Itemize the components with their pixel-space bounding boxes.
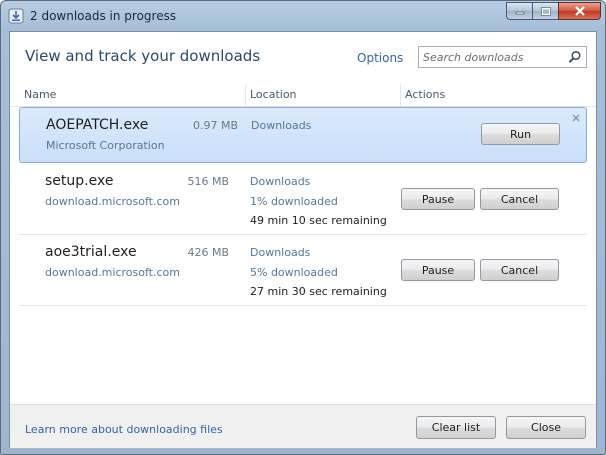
file-location-link[interactable]: Downloads: [250, 246, 310, 259]
download-manager-icon: [8, 8, 24, 24]
search-box[interactable]: [418, 46, 587, 68]
run-button[interactable]: Run: [481, 123, 560, 145]
download-status: 1% downloaded: [250, 195, 338, 208]
row-divider: [19, 234, 587, 235]
download-status: 5% downloaded: [250, 266, 338, 279]
column-separator: [400, 84, 401, 106]
file-name: setup.exe: [45, 173, 114, 189]
column-header-location[interactable]: Location: [250, 88, 297, 101]
pause-button[interactable]: Pause: [401, 188, 475, 210]
search-icon[interactable]: [568, 50, 582, 64]
downloads-panel: View and track your downloads Options Na…: [9, 31, 597, 448]
minimize-button[interactable]: [506, 2, 532, 20]
file-publisher: download.microsoft.com: [45, 195, 180, 208]
time-remaining: 27 min 30 sec remaining: [250, 285, 387, 298]
file-size: 426 MB: [187, 246, 229, 259]
pause-button[interactable]: Pause: [401, 259, 475, 281]
maximize-button[interactable]: [532, 2, 558, 20]
column-header-name[interactable]: Name: [24, 88, 56, 101]
page-title: View and track your downloads: [25, 47, 261, 65]
close-icon: [574, 6, 585, 16]
file-location-link[interactable]: Downloads: [251, 119, 311, 132]
file-size: 0.97 MB: [192, 119, 238, 132]
download-row-aoe3trial[interactable]: aoe3trial.exe 426 MB download.microsoft.…: [10, 236, 596, 304]
options-link[interactable]: Options: [357, 51, 403, 65]
cancel-button[interactable]: Cancel: [480, 188, 559, 210]
download-row-setup[interactable]: setup.exe 516 MB download.microsoft.com …: [10, 165, 596, 233]
caption-buttons: [506, 2, 601, 21]
window-close-button[interactable]: [558, 2, 601, 20]
column-header-actions: Actions: [405, 88, 446, 101]
file-name: aoe3trial.exe: [45, 244, 137, 260]
column-headers: Name Location Actions: [10, 84, 596, 107]
title-bar[interactable]: 2 downloads in progress: [1, 1, 605, 31]
close-icon[interactable]: [571, 113, 581, 123]
search-input[interactable]: [423, 49, 563, 65]
column-separator: [245, 84, 246, 106]
file-size: 516 MB: [187, 175, 229, 188]
footer: Learn more about downloading files Clear…: [10, 404, 596, 448]
clear-list-button[interactable]: Clear list: [416, 416, 496, 439]
time-remaining: 49 min 10 sec remaining: [250, 214, 387, 227]
download-row-aoepatch[interactable]: AOEPATCH.exe 0.97 MB Microsoft Corporati…: [19, 107, 587, 163]
row-divider: [19, 305, 587, 306]
file-publisher: Microsoft Corporation: [46, 139, 165, 152]
file-name: AOEPATCH.exe: [46, 117, 149, 133]
file-location-link[interactable]: Downloads: [250, 175, 310, 188]
minimize-icon: [515, 11, 524, 15]
learn-more-link[interactable]: Learn more about downloading files: [25, 423, 223, 436]
maximize-icon: [540, 6, 551, 16]
cancel-button[interactable]: Cancel: [480, 259, 559, 281]
file-publisher: download.microsoft.com: [45, 266, 180, 279]
downloads-window: 2 downloads in progress View and track y…: [0, 0, 606, 455]
window-title: 2 downloads in progress: [30, 9, 177, 23]
close-button[interactable]: Close: [506, 416, 586, 439]
